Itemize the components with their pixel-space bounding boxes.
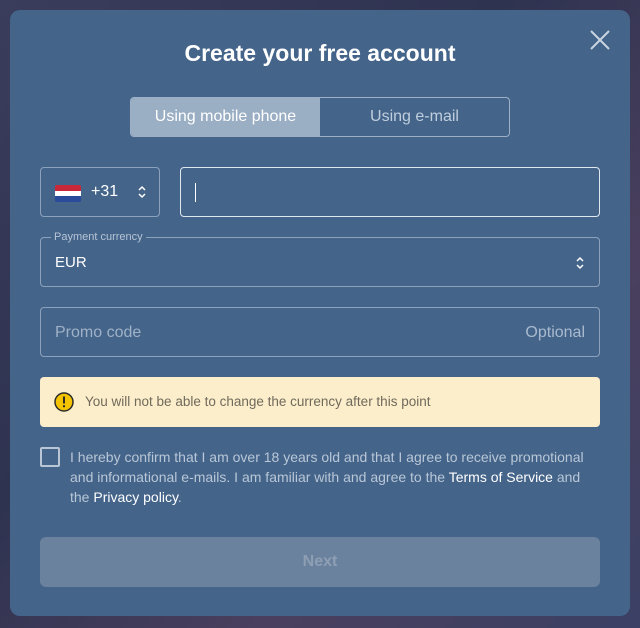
country-code-select[interactable]: +31 — [40, 167, 160, 217]
terms-of-service-link[interactable]: Terms of Service — [449, 469, 553, 485]
consent-text: I hereby confirm that I am over 18 years… — [70, 447, 600, 507]
signup-modal: Create your free account Using mobile ph… — [10, 10, 630, 616]
netherlands-flag-icon — [55, 185, 81, 202]
tab-mobile-phone[interactable]: Using mobile phone — [131, 98, 320, 136]
payment-currency-select[interactable]: Payment currency EUR — [40, 231, 600, 287]
payment-currency-label: Payment currency — [51, 231, 146, 243]
next-button[interactable]: Next — [40, 537, 600, 587]
privacy-policy-link[interactable]: Privacy policy — [93, 489, 178, 505]
phone-number-input[interactable] — [180, 167, 600, 217]
exclamation-icon — [54, 392, 74, 412]
warning-text: You will not be able to change the curre… — [85, 394, 431, 409]
currency-warning-banner: You will not be able to change the curre… — [40, 377, 600, 427]
text-caret — [195, 183, 196, 202]
dial-code: +31 — [91, 183, 119, 200]
tab-email[interactable]: Using e-mail — [320, 98, 509, 136]
updown-chevron-icon — [576, 256, 584, 270]
payment-currency-value: EUR — [55, 254, 87, 271]
consent-checkbox[interactable] — [40, 447, 60, 467]
promo-code-input[interactable]: Promo code Optional — [40, 307, 600, 357]
updown-chevron-icon — [138, 185, 146, 199]
promo-code-placeholder: Promo code — [55, 324, 142, 341]
signup-method-tabs: Using mobile phone Using e-mail — [130, 97, 510, 137]
optional-label: Optional — [525, 324, 585, 341]
consent-text-part3: . — [177, 489, 182, 505]
modal-title: Create your free account — [184, 40, 456, 66]
